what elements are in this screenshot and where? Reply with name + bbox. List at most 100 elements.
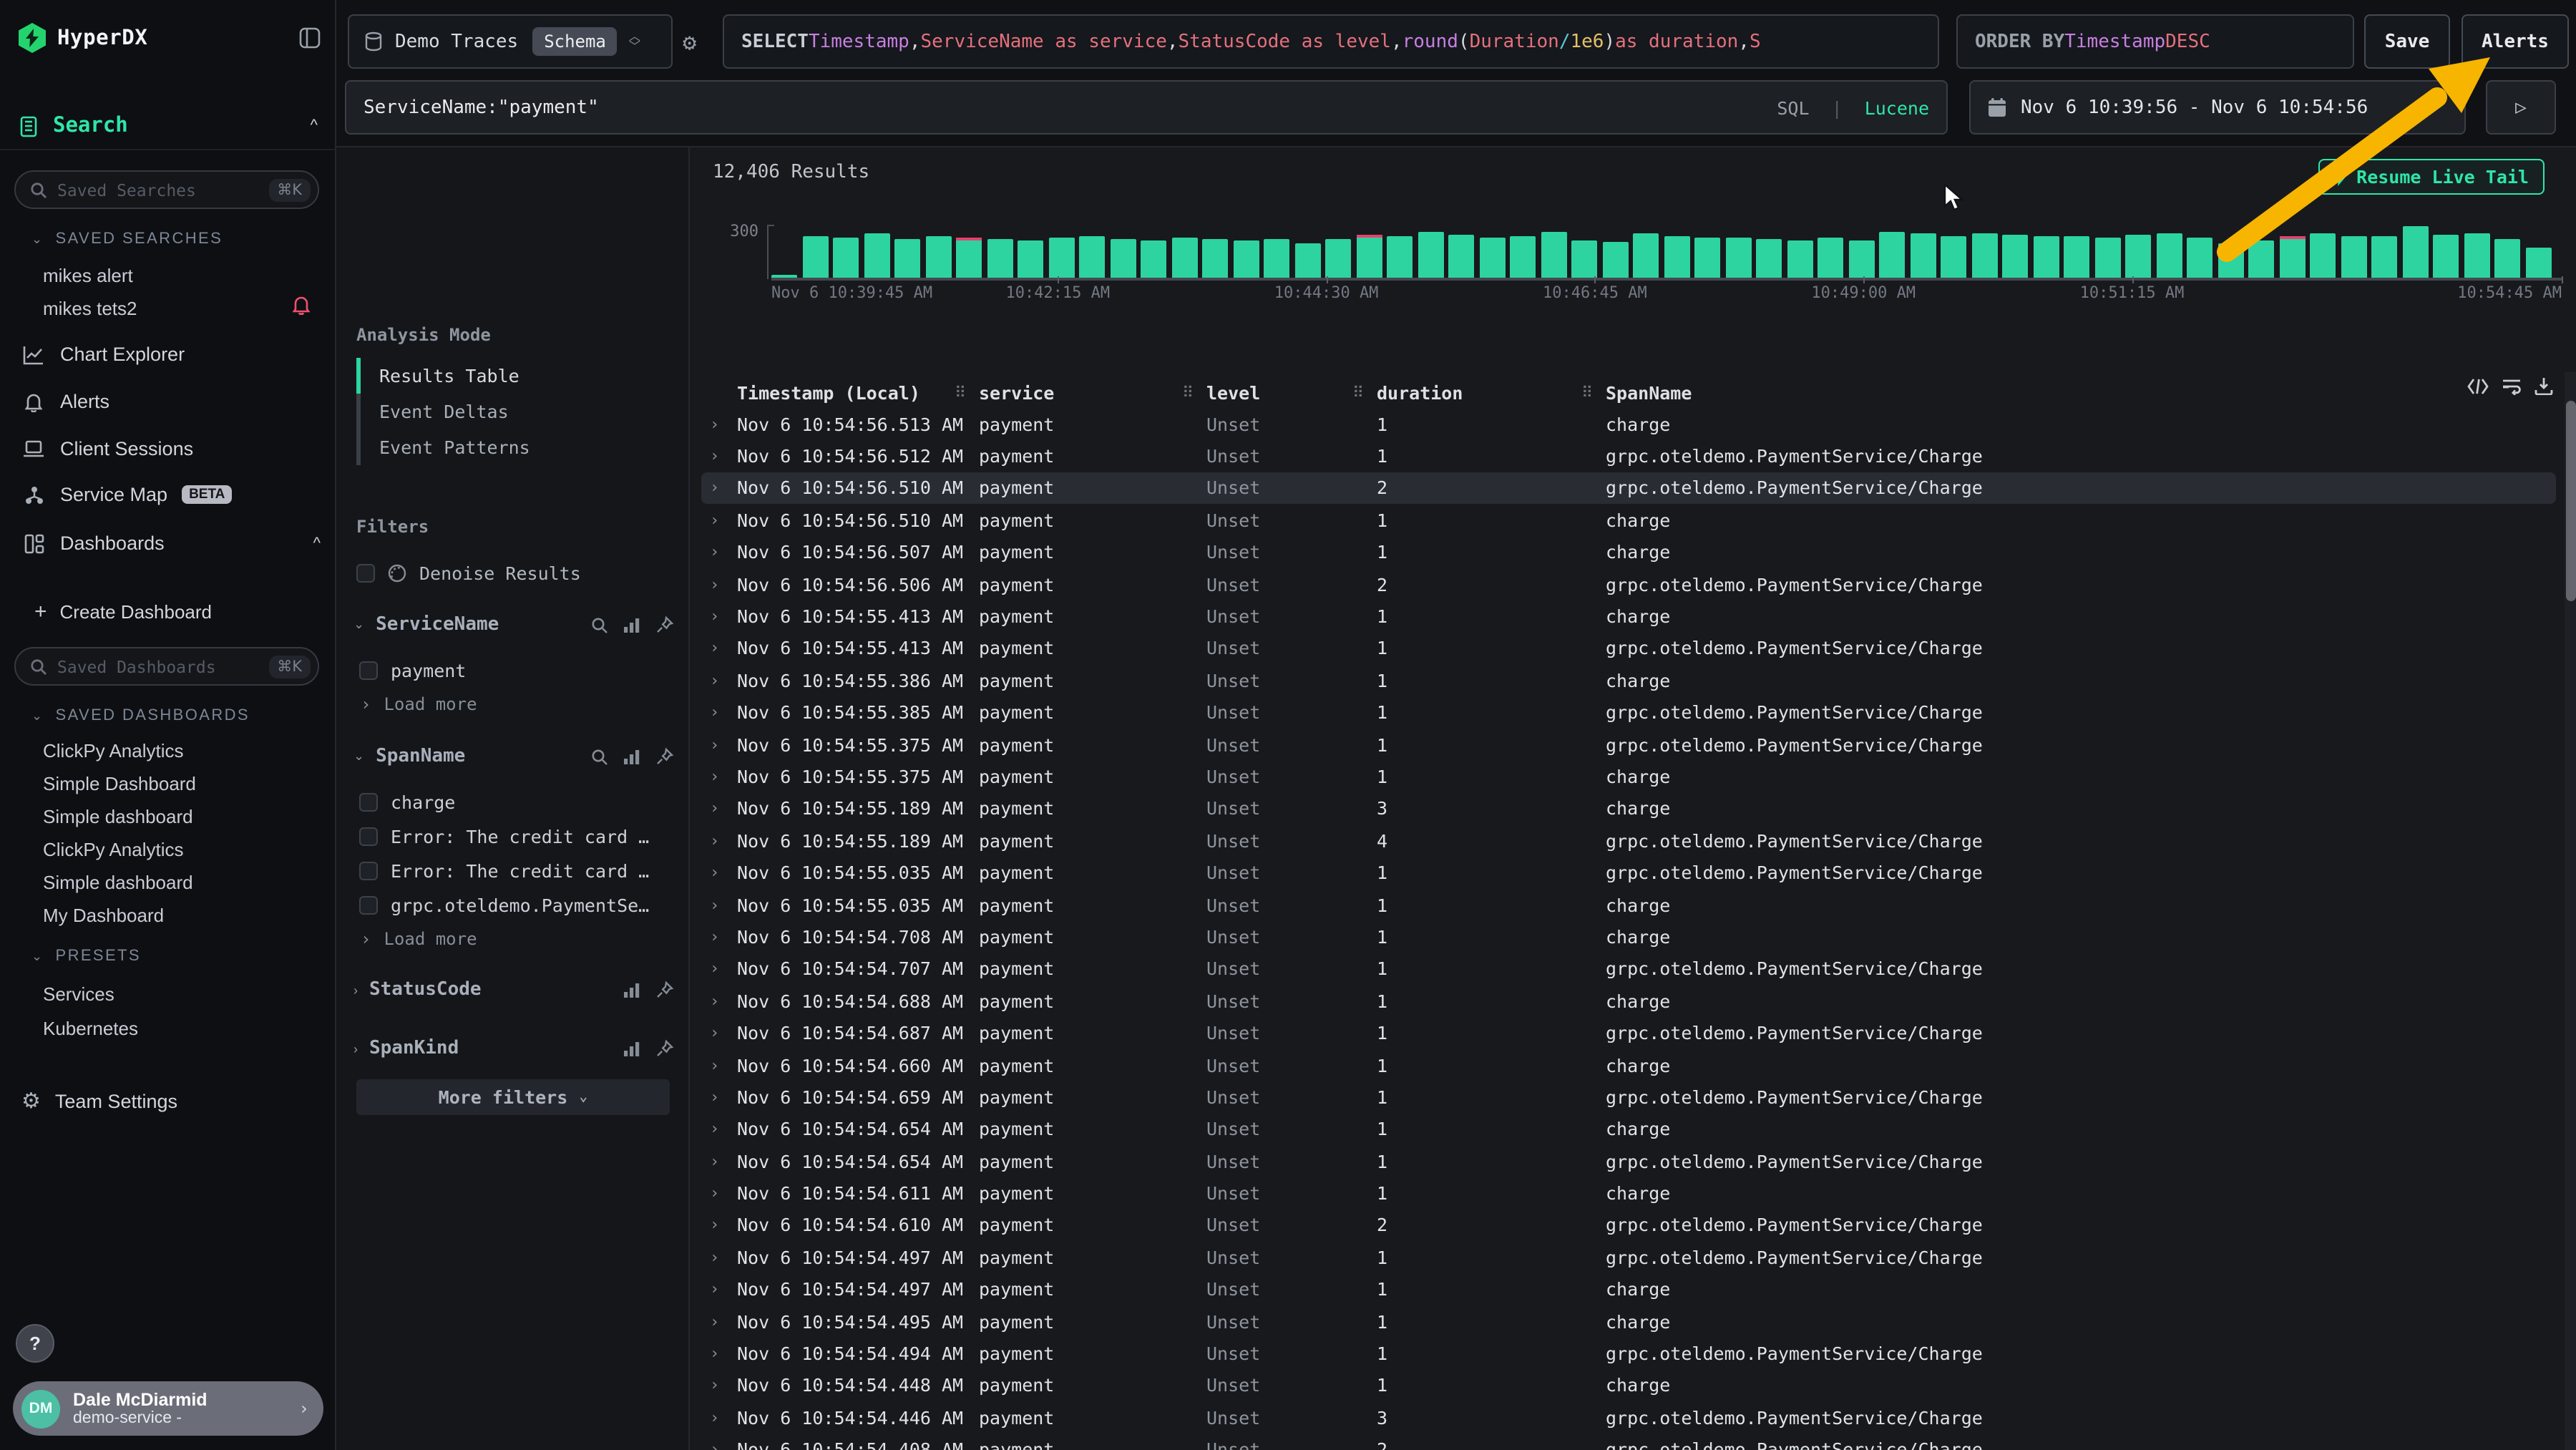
table-row[interactable]: ›Nov 6 10:54:55.385 AMpaymentUnset1grpc.… xyxy=(701,696,2556,729)
mode-event-deltas[interactable]: Event Deltas xyxy=(356,394,530,429)
checkbox[interactable] xyxy=(359,896,378,915)
table-row[interactable]: ›Nov 6 10:54:54.610 AMpaymentUnset2grpc.… xyxy=(701,1210,2556,1242)
search-query-input[interactable]: ServiceName:"payment" SQL | Lucene xyxy=(345,80,1948,135)
row-expand-icon[interactable]: › xyxy=(701,799,737,818)
filter-value-grpc[interactable]: grpc.oteldemo.PaymentSe… xyxy=(359,895,677,916)
row-expand-icon[interactable]: › xyxy=(701,1088,737,1106)
search-icon[interactable] xyxy=(591,748,608,765)
dashboard-item[interactable]: My Dashboard xyxy=(43,905,164,926)
user-menu[interactable]: DM Dale McDiarmid demo-service - › xyxy=(13,1381,323,1436)
data-source-select[interactable]: Demo Traces Schema ︿﹀ xyxy=(348,14,673,69)
order-by-input[interactable]: ORDER BY Timestamp DESC xyxy=(1956,14,2354,69)
drag-handle-icon[interactable]: ⠿ xyxy=(955,383,966,402)
table-row[interactable]: ›Nov 6 10:54:54.495 AMpaymentUnset1charg… xyxy=(701,1305,2556,1338)
row-expand-icon[interactable]: › xyxy=(701,479,737,497)
row-expand-icon[interactable]: › xyxy=(701,447,737,465)
saved-dashboards-group[interactable]: ⌄ SAVED DASHBOARDS xyxy=(31,707,250,724)
column-header[interactable]: ⠿level xyxy=(1206,381,1377,403)
table-row[interactable]: ›Nov 6 10:54:54.497 AMpaymentUnset1grpc.… xyxy=(701,1241,2556,1273)
wrap-text-icon[interactable] xyxy=(2502,377,2522,394)
table-row[interactable]: ›Nov 6 10:54:54.446 AMpaymentUnset3grpc.… xyxy=(701,1401,2556,1434)
column-header[interactable]: Timestamp (Local) xyxy=(737,381,979,403)
row-expand-icon[interactable]: › xyxy=(701,1152,737,1170)
filter-group-servicename[interactable]: ⌄ ServiceName xyxy=(353,614,674,636)
table-row[interactable]: ›Nov 6 10:54:54.494 AMpaymentUnset1grpc.… xyxy=(701,1338,2556,1370)
table-row[interactable]: ›Nov 6 10:54:55.413 AMpaymentUnset1grpc.… xyxy=(701,632,2556,664)
checkbox[interactable] xyxy=(359,793,378,812)
drag-handle-icon[interactable]: ⠿ xyxy=(1581,383,1593,402)
saved-search-item[interactable]: mikes tets2 xyxy=(43,298,137,319)
saved-dashboards-input[interactable]: Saved Dashboards ⌘K xyxy=(14,647,319,686)
presets-group[interactable]: ⌄ PRESETS xyxy=(31,948,141,965)
row-expand-icon[interactable]: › xyxy=(701,543,737,562)
table-row[interactable]: ›Nov 6 10:54:54.687 AMpaymentUnset1grpc.… xyxy=(701,1017,2556,1049)
filter-value-charge[interactable]: charge xyxy=(359,792,677,813)
pin-icon[interactable] xyxy=(655,615,674,634)
dashboard-item[interactable]: Simple Dashboard xyxy=(43,773,196,794)
pin-icon[interactable] xyxy=(655,981,674,999)
dashboard-item[interactable]: ClickPy Analytics xyxy=(43,839,184,860)
row-expand-icon[interactable]: › xyxy=(701,1056,737,1074)
table-row[interactable]: ›Nov 6 10:54:56.510 AMpaymentUnset2grpc.… xyxy=(701,472,2556,505)
more-filters-button[interactable]: More filters ⌄ xyxy=(356,1079,670,1115)
sidebar-item-search[interactable]: Search ^ xyxy=(20,115,318,137)
create-dashboard-button[interactable]: + Create Dashboard xyxy=(34,600,212,624)
run-query-button[interactable]: ▷ xyxy=(2486,80,2556,135)
scrollbar-track[interactable] xyxy=(2565,372,2576,1450)
row-expand-icon[interactable]: › xyxy=(701,767,737,786)
dashboard-item[interactable]: Simple dashboard xyxy=(43,872,193,893)
language-toggle-sql[interactable]: SQL xyxy=(1777,97,1809,118)
row-expand-icon[interactable]: › xyxy=(701,575,737,593)
dashboard-item[interactable]: ClickPy Analytics xyxy=(43,740,184,762)
sidebar-collapse-icon[interactable] xyxy=(299,27,321,49)
schema-chip[interactable]: Schema xyxy=(532,27,618,56)
row-expand-icon[interactable]: › xyxy=(701,1216,737,1235)
row-expand-icon[interactable]: › xyxy=(701,1408,737,1427)
filter-group-spanname[interactable]: ⌄ SpanName xyxy=(353,746,674,767)
table-row[interactable]: ›Nov 6 10:54:55.386 AMpaymentUnset1charg… xyxy=(701,664,2556,696)
table-row[interactable]: ›Nov 6 10:54:54.707 AMpaymentUnset1grpc.… xyxy=(701,953,2556,985)
mode-results-table[interactable]: Results Table xyxy=(356,358,530,394)
row-expand-icon[interactable]: › xyxy=(701,1120,737,1139)
load-more-servicename[interactable]: › Load more xyxy=(361,694,477,714)
saved-search-item[interactable]: mikes alert xyxy=(43,265,133,286)
drag-handle-icon[interactable]: ⠿ xyxy=(1352,383,1364,402)
saved-searches-input[interactable]: Saved Searches ⌘K xyxy=(14,170,319,209)
chart-icon[interactable] xyxy=(623,1040,641,1057)
source-settings-gear-icon[interactable]: ⚙ xyxy=(683,29,696,56)
table-row[interactable]: ›Nov 6 10:54:56.506 AMpaymentUnset2grpc.… xyxy=(701,568,2556,600)
row-expand-icon[interactable]: › xyxy=(701,671,737,690)
row-expand-icon[interactable]: › xyxy=(701,1248,737,1267)
row-expand-icon[interactable]: › xyxy=(701,414,737,433)
chart-icon[interactable] xyxy=(623,748,641,765)
pin-icon[interactable] xyxy=(655,1039,674,1058)
table-row[interactable]: ›Nov 6 10:54:56.507 AMpaymentUnset1charg… xyxy=(701,536,2556,568)
language-toggle-lucene[interactable]: Lucene xyxy=(1865,97,1929,118)
table-row[interactable]: ›Nov 6 10:54:54.688 AMpaymentUnset1charg… xyxy=(701,985,2556,1017)
table-row[interactable]: ›Nov 6 10:54:54.497 AMpaymentUnset1charg… xyxy=(701,1273,2556,1305)
download-icon[interactable] xyxy=(2534,376,2553,395)
table-row[interactable]: ›Nov 6 10:54:55.375 AMpaymentUnset1charg… xyxy=(701,761,2556,793)
filter-value-payment[interactable]: payment xyxy=(359,660,677,681)
table-row[interactable]: ›Nov 6 10:54:56.513 AMpaymentUnset1charg… xyxy=(701,408,2556,440)
results-histogram[interactable]: 300 Nov 6 10:39:45 AM10:42:15 AM10:44:30… xyxy=(690,213,2576,299)
row-expand-icon[interactable]: › xyxy=(701,639,737,658)
table-row[interactable]: ›Nov 6 10:54:55.035 AMpaymentUnset1charg… xyxy=(701,889,2556,921)
table-row[interactable]: ›Nov 6 10:54:54.660 AMpaymentUnset1charg… xyxy=(701,1049,2556,1081)
drag-handle-icon[interactable]: ⠿ xyxy=(1182,383,1194,402)
table-row[interactable]: ›Nov 6 10:54:54.654 AMpaymentUnset1grpc.… xyxy=(701,1145,2556,1177)
table-row[interactable]: ›Nov 6 10:54:54.659 AMpaymentUnset1grpc.… xyxy=(701,1081,2556,1113)
row-expand-icon[interactable]: › xyxy=(701,1312,737,1330)
pin-icon[interactable] xyxy=(655,747,674,766)
search-icon[interactable] xyxy=(591,616,608,633)
scrollbar-thumb[interactable] xyxy=(2565,401,2575,601)
checkbox[interactable] xyxy=(359,661,378,680)
row-expand-icon[interactable]: › xyxy=(701,1184,737,1202)
sidebar-item-service-map[interactable]: Service Map BETA xyxy=(21,484,321,505)
chart-icon[interactable] xyxy=(623,616,641,633)
chevron-down-icon[interactable]: ⌄ xyxy=(353,617,364,633)
filter-group-statuscode[interactable]: › StatusCode xyxy=(353,979,674,1001)
denoise-results-toggle[interactable]: Denoise Results xyxy=(356,563,581,584)
chevron-right-icon[interactable]: › xyxy=(353,983,358,997)
sidebar-item-dashboards[interactable]: Dashboards ^ xyxy=(21,532,321,554)
